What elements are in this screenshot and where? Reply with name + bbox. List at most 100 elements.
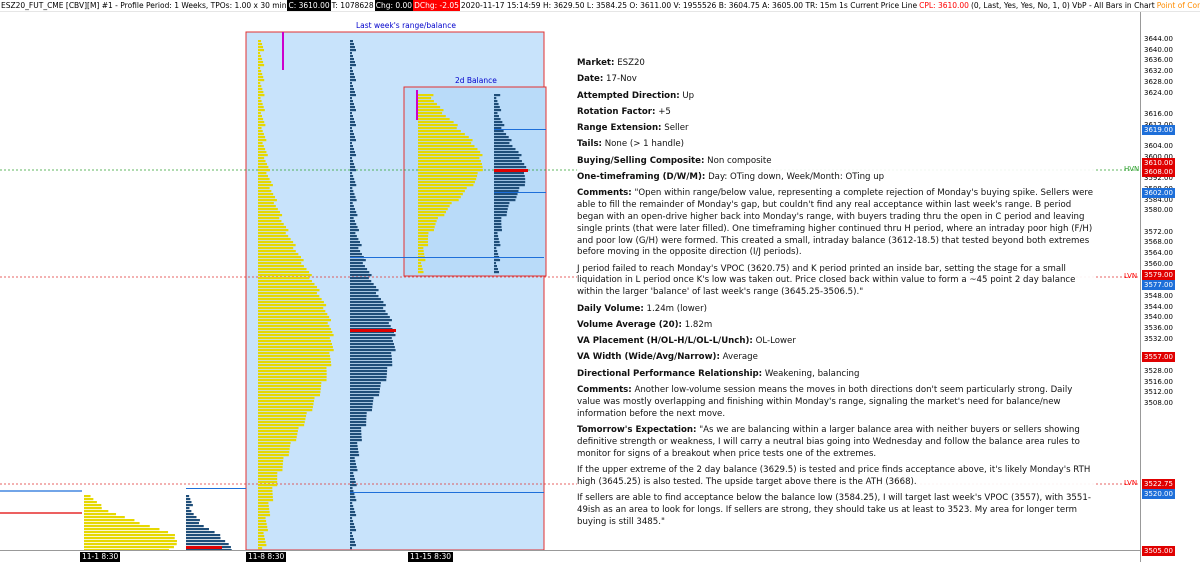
volume-bar <box>350 538 355 541</box>
volume-bar <box>494 121 503 124</box>
tomorrow-paragraph-3: If sellers are able to find acceptance b… <box>577 492 1091 527</box>
tpo-block <box>258 310 326 313</box>
tpo-block <box>258 499 274 502</box>
tpo-block <box>418 193 463 196</box>
tpo-block <box>258 475 278 478</box>
volume-bar <box>350 274 372 277</box>
tpo-block <box>258 493 273 496</box>
tpo-block <box>258 487 273 490</box>
volume-bar <box>494 271 500 274</box>
tpo-block <box>258 439 297 442</box>
tpo-block <box>258 73 263 76</box>
tpo-block <box>258 277 310 280</box>
tpo-block <box>84 510 109 513</box>
volume-bar <box>186 507 190 510</box>
volume-bar <box>186 513 194 516</box>
tpo-block <box>258 337 330 340</box>
market-label: Market: <box>577 58 615 68</box>
volume-bar <box>186 495 190 498</box>
tpo-block <box>258 520 267 523</box>
tpo-block <box>258 256 301 259</box>
tpo-block <box>258 148 266 151</box>
volume-bar <box>350 289 379 292</box>
tpo-block <box>258 301 324 304</box>
volume-bar <box>350 343 394 346</box>
volume-bar <box>350 223 357 226</box>
volume-bar <box>350 322 389 325</box>
tpo-block <box>258 139 267 142</box>
volume-bar <box>350 118 355 121</box>
tpo-block <box>418 139 473 142</box>
volume-bar <box>350 139 357 142</box>
volume-bar <box>350 466 357 469</box>
tpo-block <box>258 355 331 358</box>
tpo-block <box>258 343 332 346</box>
volume-bar <box>350 142 353 145</box>
tpo-block <box>258 295 320 298</box>
tpo-block <box>258 64 265 67</box>
tpo-block <box>258 409 313 412</box>
volume-bar <box>350 355 392 358</box>
volume-bar <box>350 238 359 241</box>
tpo-block <box>258 136 266 139</box>
tpo-block <box>258 220 282 223</box>
tpo-block <box>258 448 290 451</box>
volume-bar <box>494 250 498 253</box>
tpo-block <box>418 223 436 226</box>
volume-bar <box>350 415 367 418</box>
price-badge: 3520.00 <box>1142 489 1175 499</box>
lvn-tag-lower: LVN <box>1124 479 1138 487</box>
volume-bar <box>350 220 355 223</box>
volume-bar <box>350 157 353 160</box>
volume-bar <box>350 82 353 85</box>
tpo-block <box>258 127 262 130</box>
tpo-block <box>84 516 125 519</box>
tpo-block <box>418 160 481 163</box>
volume-bar <box>350 334 396 337</box>
buying-selling-value: Non composite <box>707 155 772 166</box>
volume-bar <box>350 325 391 328</box>
tpo-block <box>258 397 315 400</box>
price-axis[interactable]: 3644.00 3640.00 3636.00 3632.00 3628.00 3624.… <box>1140 12 1200 562</box>
vpoc-highlight <box>494 169 528 172</box>
tpo-block <box>258 526 268 529</box>
tpo-block <box>258 457 284 460</box>
price-badge: 3602.00 <box>1142 188 1175 198</box>
tpo-block <box>258 97 261 100</box>
volume-bar <box>350 376 387 379</box>
volume-bar <box>350 67 352 70</box>
tpo-block <box>258 406 313 409</box>
tpo-block <box>418 265 422 268</box>
volume-bar <box>350 520 354 523</box>
tpo-block <box>258 289 320 292</box>
volume-bar <box>186 534 221 537</box>
volume-bar <box>350 262 363 265</box>
tpo-block <box>418 169 483 172</box>
price-badge: 3619.00 <box>1142 125 1175 135</box>
tpo-block <box>258 61 264 64</box>
volume-bar <box>350 211 357 214</box>
tpo-block <box>418 208 448 211</box>
volume-bar <box>350 373 387 376</box>
price-badge: 3577.00 <box>1142 280 1175 290</box>
tpo-block <box>418 118 450 121</box>
volume-bar <box>494 202 510 205</box>
volume-bar <box>350 499 357 502</box>
vpoc-highlight <box>350 329 396 332</box>
tpo-block <box>258 511 270 514</box>
volume-bar <box>350 460 356 463</box>
volume-bar <box>350 418 367 421</box>
volume-bar <box>350 196 356 199</box>
tpo-block <box>258 490 273 493</box>
volume-bar <box>494 166 527 169</box>
tpo-block <box>258 142 263 145</box>
tpo-block <box>258 244 296 247</box>
comments-1-continued: J period failed to reach Monday's VPOC (… <box>577 263 1076 298</box>
volume-bar <box>494 124 505 127</box>
volume-bar <box>350 202 353 205</box>
volume-bar <box>350 55 353 58</box>
tpo-block <box>258 160 266 163</box>
tpo-block <box>418 127 457 130</box>
date-axis[interactable]: 11-1 8:30 11-8 8:30 11-15 8:30 <box>0 550 1140 562</box>
one-timeframing-value: Day: OTing down, Week/Month: OTing up <box>708 172 885 183</box>
